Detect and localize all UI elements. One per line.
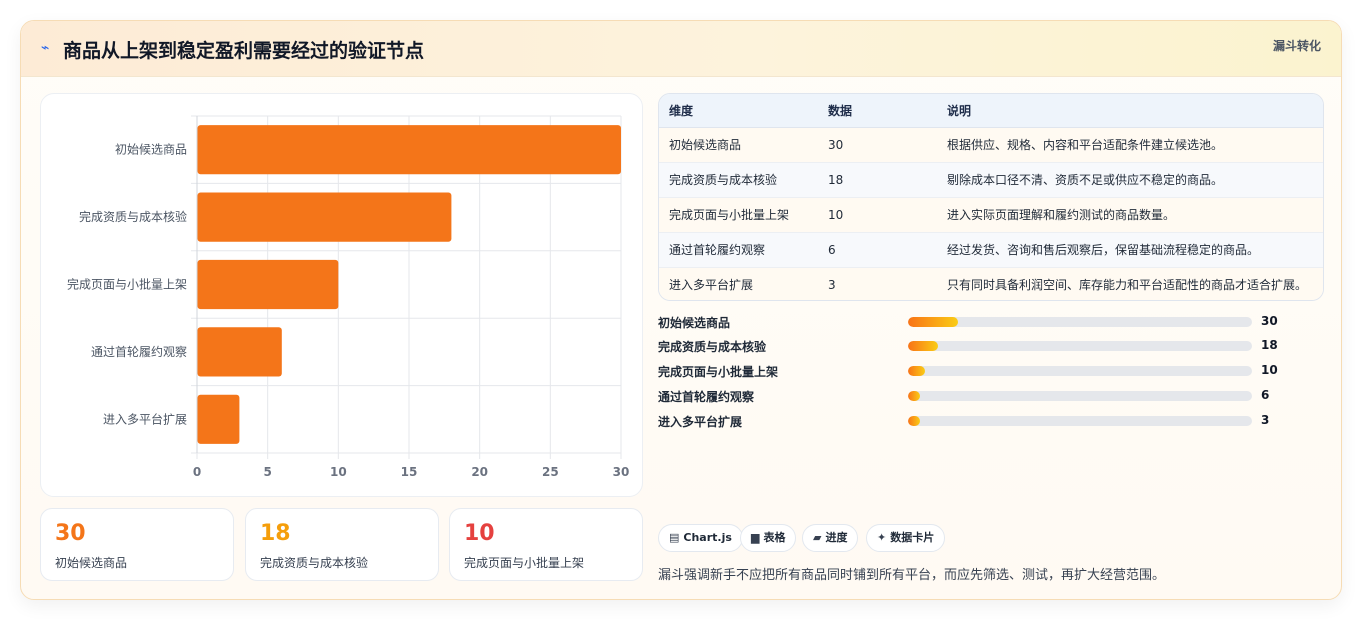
progress-value: 6 [1261,388,1270,402]
progress-track [908,317,1252,327]
x-tick-label: 0 [193,465,201,479]
column-header: 数据 [818,94,937,128]
progress-row: 进入多平台扩展 3 [658,413,1298,429]
table-cell: 6 [818,232,937,268]
progress-label: 完成资质与成本核验 [658,340,767,354]
progress-row: 通过首轮履约观察 6 [658,388,1298,404]
column-header: 维度 [659,94,818,128]
y-tick-label: 完成页面与小批量上架 [67,277,187,292]
chip-table[interactable]: ▆ 表格 [740,524,797,552]
chip-data-cards[interactable]: ✦ 数据卡片 [866,524,946,552]
chart-svg: 0 5 10 15 20 25 30 初始候选商品完成资质与成本核验完成页面与小批量上架通过首… [67,115,630,479]
progress-fill [908,416,921,426]
chip-chartjs[interactable]: ▤ Chart.js [658,524,743,552]
table-cell: 根据供应、规格、内容和平台适配条件建立候选池。 [937,127,1323,163]
progress-row: 完成页面与小批量上架 10 [658,363,1298,379]
progress-value: 30 [1261,314,1278,328]
progress-fill [908,391,921,401]
y-tick-label: 通过首轮履约观察 [91,344,187,359]
table-row: 进入多平台扩展 3 只有同时具备利润空间、库存能力和平台适配性的商品才适合扩展。 [659,267,1323,300]
progress-row: 完成资质与成本核验 18 [658,338,1298,354]
stat-label: 完成页面与小批量上架 [464,556,585,570]
progress-label: 通过首轮履约观察 [658,390,755,404]
stat-value: 18 [260,521,291,546]
footnote: 漏斗强调新手不应把所有商品同时铺到所有平台，而应先筛选、测试，再扩大经营范围。 [658,568,1166,583]
chip-label: 数据卡片 [890,531,935,544]
table-cell: 10 [818,197,937,233]
stat-card: 18 完成资质与成本核验 [245,508,439,581]
lightning-icon: ⌁ [41,40,50,56]
x-tick-label: 25 [542,465,559,479]
progress-track [908,341,1252,351]
progress-value: 10 [1261,363,1278,377]
table-cell: 完成资质与成本核验 [659,162,818,198]
bar[interactable] [197,192,452,242]
column-header: 说明 [937,94,1323,128]
table-cell: 完成页面与小批量上架 [659,197,818,233]
chart-icon: ▤ [669,531,680,544]
table-cell: 经过发货、咨询和售后观察后，保留基础流程稳定的商品。 [937,232,1323,268]
bar[interactable] [197,259,339,310]
bar[interactable] [197,125,622,175]
progress-fill [908,317,958,327]
x-tick-label: 20 [471,465,488,479]
sparkle-icon: ✦ [877,531,887,544]
stat-value: 10 [464,521,495,546]
progress-row: 初始候选商品 30 [658,314,1298,330]
progress-fill [908,366,925,376]
table-cell: 进入实际页面理解和履约测试的商品数量。 [937,197,1323,233]
table-header-row: 维度 数据 说明 [659,94,1323,128]
table-cell: 18 [818,162,937,198]
table-row: 完成资质与成本核验 18 剔除成本口径不清、资质不足或供应不稳定的商品。 [659,162,1323,198]
report-card: ⌁ 商品从上架到稳定盈利需要经过的验证节点 漏斗转化 0 5 10 15 20 25 30 初… [20,20,1342,600]
stat-card: 30 初始候选商品 [40,508,234,581]
table-icon: ▆ [751,531,760,544]
table-cell: 剔除成本口径不清、资质不足或供应不稳定的商品。 [937,162,1323,198]
table-cell: 3 [818,267,937,300]
progress-icon: ▰ [813,531,822,544]
table-cell: 通过首轮履约观察 [659,232,818,268]
card-header: ⌁ 商品从上架到稳定盈利需要经过的验证节点 漏斗转化 [21,21,1341,77]
y-tick-label: 初始候选商品 [115,142,187,157]
chip-label: 表格 [763,531,786,544]
page-title: 商品从上架到稳定盈利需要经过的验证节点 [63,40,425,62]
table-cell: 进入多平台扩展 [659,267,818,300]
category-tag: 漏斗转化 [1272,39,1321,53]
x-tick-label: 15 [401,465,418,479]
table-cell: 30 [818,127,937,163]
table-row: 通过首轮履约观察 6 经过发货、咨询和售后观察后，保留基础流程稳定的商品。 [659,232,1323,268]
progress-label: 进入多平台扩展 [658,415,743,429]
stat-label: 初始候选商品 [55,556,128,570]
y-tick-label: 完成资质与成本核验 [79,209,187,224]
progress-value: 18 [1261,338,1278,352]
stat-card: 10 完成页面与小批量上架 [449,508,643,581]
chip-progress[interactable]: ▰ 进度 [802,524,859,552]
table-row: 完成页面与小批量上架 10 进入实际页面理解和履约测试的商品数量。 [659,197,1323,233]
stat-value: 30 [55,521,86,546]
x-tick-label: 5 [263,465,271,479]
progress-label: 初始候选商品 [658,316,731,330]
progress-fill [908,341,938,351]
progress-track [908,366,1252,376]
chip-label: Chart.js [683,531,732,544]
table-row: 初始候选商品 30 根据供应、规格、内容和平台适配条件建立候选池。 [659,127,1323,163]
stat-label: 完成资质与成本核验 [260,556,369,570]
bar[interactable] [197,327,282,377]
x-tick-label: 10 [330,465,347,479]
progress-label: 完成页面与小批量上架 [658,365,779,379]
progress-value: 3 [1261,413,1270,427]
table-cell: 只有同时具备利润空间、库存能力和平台适配性的商品才适合扩展。 [937,267,1323,300]
y-tick-label: 进入多平台扩展 [103,411,187,426]
bar[interactable] [197,394,240,444]
chip-label: 进度 [825,531,848,544]
data-table: 维度 数据 说明 初始候选商品 30 根据供应、规格、内容和平台适配条件建立候选… [658,93,1324,301]
progress-track [908,391,1252,401]
table-cell: 初始候选商品 [659,127,818,163]
progress-track [908,416,1252,426]
x-tick-label: 30 [613,465,630,479]
funnel-bar-chart: 0 5 10 15 20 25 30 初始候选商品完成资质与成本核验完成页面与小批量上架通过首… [40,93,643,497]
